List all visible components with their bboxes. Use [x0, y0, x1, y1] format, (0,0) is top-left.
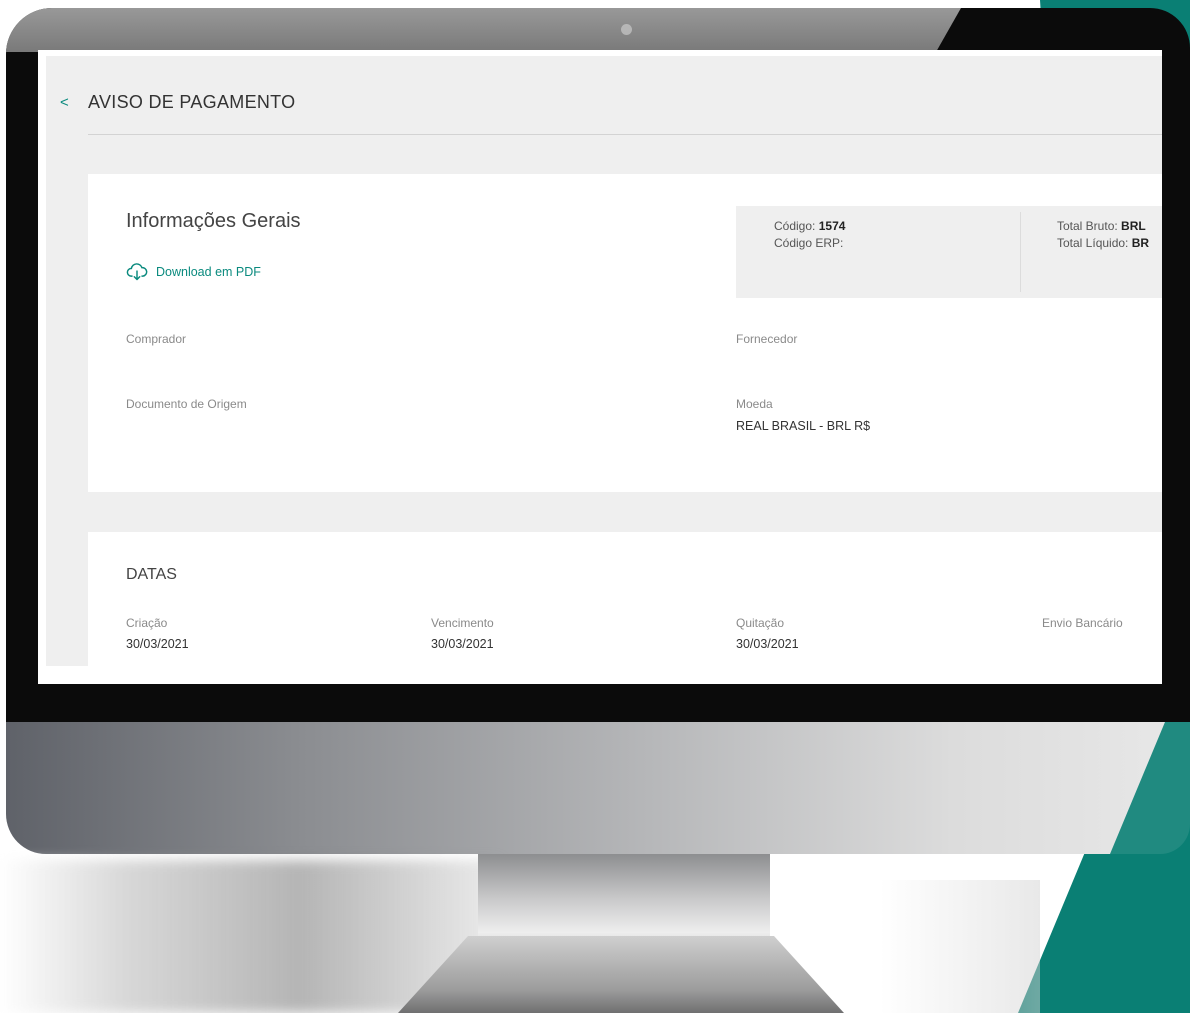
- codigo-row: Código: 1574: [774, 218, 845, 235]
- quitacao-value: 30/03/2021: [736, 637, 799, 651]
- fornecedor-label: Fornecedor: [736, 332, 798, 346]
- summary-codes: Código: 1574 Código ERP:: [774, 218, 845, 252]
- total-bruto-label: Total Bruto:: [1057, 219, 1118, 233]
- total-liquido-value: BR: [1131, 236, 1150, 250]
- summary-totals: Total Bruto: BRL Total Líquido: BR: [1057, 218, 1149, 252]
- total-bruto-value: BRL: [1121, 219, 1146, 233]
- envio-bancario-label: Envio Bancário: [1042, 616, 1123, 630]
- vencimento-label: Vencimento: [431, 616, 494, 630]
- total-liquido-label: Total Líquido:: [1057, 236, 1129, 250]
- quitacao-label: Quitação: [736, 616, 785, 630]
- vencimento-value: 30/03/2021: [431, 637, 494, 651]
- stand-shadow-right: [880, 880, 1040, 1013]
- chevron-left-icon[interactable]: <: [60, 94, 69, 111]
- app-page: < AVISO DE PAGAMENTO Informações Gerais …: [46, 56, 1162, 666]
- page-title: AVISO DE PAGAMENTO: [88, 92, 296, 112]
- dates-title: DATAS: [126, 566, 177, 583]
- summary-box: Código: 1574 Código ERP: Total Bruto: BR…: [736, 206, 1162, 298]
- webcam-dot: [621, 24, 632, 35]
- download-pdf-link[interactable]: Download em PDF: [126, 262, 261, 282]
- dates-card: DATAS Criação 30/03/2021 Vencimento 30/0…: [88, 532, 1162, 666]
- total-liquido-row: Total Líquido: BR: [1057, 235, 1149, 252]
- monitor-chin: [6, 722, 1190, 854]
- section-title: Informações Gerais: [126, 210, 301, 232]
- monitor-screen: < AVISO DE PAGAMENTO Informações Gerais …: [38, 50, 1162, 684]
- page-header: < AVISO DE PAGAMENTO: [46, 56, 1162, 136]
- comprador-label: Comprador: [126, 332, 187, 346]
- moeda-value: REAL BRASIL - BRL R$: [736, 419, 871, 433]
- moeda-label: Moeda: [736, 397, 773, 411]
- criacao-label: Criação: [126, 616, 168, 630]
- codigo-erp-label: Código ERP:: [774, 236, 844, 250]
- general-info-card: Informações Gerais Download em PDF Códig…: [88, 174, 1162, 492]
- documento-origem-label: Documento de Origem: [126, 397, 247, 411]
- monitor-stand-foot: [398, 936, 844, 1013]
- header-divider: [88, 134, 1162, 135]
- codigo-value: 1574: [818, 219, 846, 233]
- cloud-download-icon: [126, 263, 148, 281]
- total-bruto-row: Total Bruto: BRL: [1057, 218, 1149, 235]
- criacao-value: 30/03/2021: [126, 637, 189, 651]
- download-pdf-label: Download em PDF: [156, 265, 261, 279]
- summary-divider: [1020, 212, 1021, 292]
- codigo-label: Código:: [774, 219, 816, 233]
- codigo-erp-row: Código ERP:: [774, 235, 845, 252]
